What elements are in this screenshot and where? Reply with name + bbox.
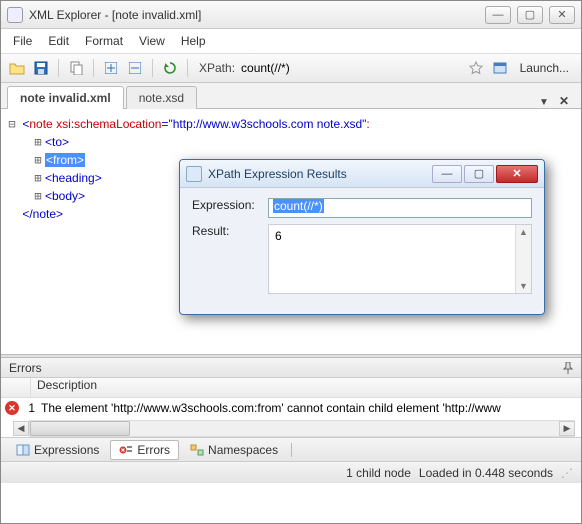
result-label: Result: <box>192 224 262 238</box>
dialog-maximize-button[interactable]: ▢ <box>464 165 494 183</box>
separator <box>291 443 292 457</box>
errors-panel-header: Errors <box>1 358 581 378</box>
expression-label: Expression: <box>192 198 262 212</box>
xml-root-tag: note <box>29 117 56 131</box>
dialog-titlebar[interactable]: XPath Expression Results — ▢ ✕ <box>180 160 544 188</box>
xml-child-heading[interactable]: <heading> <box>45 171 102 185</box>
minimize-button[interactable]: — <box>485 6 511 24</box>
xml-attr-value: "http://www.w3schools.com note.xsd" <box>168 117 366 131</box>
result-box[interactable]: 6 ▲ ▼ <box>268 224 532 294</box>
menu-help[interactable]: Help <box>181 34 206 48</box>
scrollbar-thumb[interactable] <box>30 421 130 436</box>
tab-note-invalid[interactable]: note invalid.xml <box>7 86 124 109</box>
tab-namespaces[interactable]: Namespaces <box>181 440 287 460</box>
resize-grip-icon[interactable]: ⋰ <box>561 466 573 480</box>
open-button[interactable] <box>7 58 27 78</box>
favorite-button[interactable] <box>466 58 486 78</box>
pin-icon[interactable] <box>563 362 573 374</box>
dialog-close-button[interactable]: ✕ <box>496 165 538 183</box>
expression-input[interactable]: count(//*) <box>268 198 532 218</box>
close-button[interactable]: ✕ <box>549 6 575 24</box>
xml-child-from[interactable]: <from> <box>45 153 85 167</box>
app-icon <box>7 7 23 23</box>
document-tabs: note invalid.xml note.xsd ▼ ✕ <box>1 83 581 109</box>
error-row-num: 1 <box>21 401 35 415</box>
refresh-icon <box>163 61 177 75</box>
xpath-input[interactable] <box>241 59 462 77</box>
star-icon <box>469 61 483 75</box>
dialog-title: XPath Expression Results <box>208 167 347 181</box>
namespace-icon <box>190 444 204 456</box>
save-button[interactable] <box>31 58 51 78</box>
xml-child-body[interactable]: <body> <box>45 189 85 203</box>
tab-errors[interactable]: Errors <box>110 440 179 460</box>
xpath-label: XPath: <box>199 61 235 75</box>
toolbar: XPath: Launch... <box>1 53 581 83</box>
copy-button[interactable] <box>66 58 86 78</box>
expand-toggle-icon[interactable]: ⊞ <box>31 151 45 169</box>
horizontal-scrollbar[interactable]: ◀ ▶ <box>29 420 575 437</box>
menubar: File Edit Format View Help <box>1 29 581 53</box>
menu-file[interactable]: File <box>13 34 32 48</box>
scroll-down-icon[interactable]: ▼ <box>516 279 531 293</box>
collapse-toggle-icon[interactable]: ⊟ <box>5 115 19 133</box>
result-scrollbar[interactable]: ▲ ▼ <box>515 225 531 293</box>
collapse-button[interactable] <box>125 58 145 78</box>
status-nodes: 1 child node <box>346 466 411 480</box>
xml-attr-name: xsi:schemaLocation <box>56 117 161 131</box>
tab-expressions[interactable]: Expressions <box>7 440 108 460</box>
errors-table: Description ✕ 1 The element 'http://www.… <box>1 378 581 437</box>
expression-value: count(//*) <box>273 199 324 213</box>
maximize-button[interactable]: ▢ <box>517 6 543 24</box>
expand-button[interactable] <box>101 58 121 78</box>
error-row[interactable]: ✕ 1 The element 'http://www.w3schools.co… <box>1 398 581 418</box>
error-list-icon <box>119 444 133 456</box>
tab-close-button[interactable]: ✕ <box>553 94 575 108</box>
tab-namespaces-label: Namespaces <box>208 443 278 457</box>
errors-col-description[interactable]: Description <box>31 378 581 397</box>
error-row-text: The element 'http://www.w3schools.com:fr… <box>41 401 501 415</box>
window-title: XML Explorer - [note invalid.xml] <box>29 8 479 22</box>
window-titlebar: XML Explorer - [note invalid.xml] — ▢ ✕ <box>1 1 581 29</box>
expand-toggle-icon[interactable]: ⊞ <box>31 169 45 187</box>
dialog-minimize-button[interactable]: — <box>432 165 462 183</box>
errors-panel-title: Errors <box>9 361 42 375</box>
dialog-icon <box>186 166 202 182</box>
expand-toggle-icon[interactable]: ⊞ <box>31 133 45 151</box>
statusbar: 1 child node Loaded in 0.448 seconds ⋰ <box>1 461 581 483</box>
separator <box>58 59 59 77</box>
xpath-results-dialog: XPath Expression Results — ▢ ✕ Expressio… <box>179 159 545 315</box>
plus-box-icon <box>105 62 117 74</box>
bottom-tabs: Expressions Errors Namespaces <box>1 437 581 461</box>
menu-edit[interactable]: Edit <box>48 34 69 48</box>
separator <box>93 59 94 77</box>
separator <box>152 59 153 77</box>
scroll-up-icon[interactable]: ▲ <box>516 225 531 239</box>
copy-icon <box>69 61 83 75</box>
folder-open-icon <box>9 61 25 75</box>
tab-note-xsd[interactable]: note.xsd <box>126 86 197 109</box>
error-icon: ✕ <box>5 401 19 415</box>
expand-toggle-icon[interactable]: ⊞ <box>31 187 45 205</box>
tab-overflow-button[interactable]: ▼ <box>535 97 553 108</box>
separator <box>187 59 188 77</box>
refresh-button[interactable] <box>160 58 180 78</box>
tab-expressions-label: Expressions <box>34 443 99 457</box>
floppy-icon <box>34 61 48 75</box>
launch-button[interactable]: Launch... <box>514 61 575 75</box>
launch-window-icon[interactable] <box>490 58 510 78</box>
tab-errors-label: Errors <box>137 443 170 457</box>
status-loaded: Loaded in 0.448 seconds <box>419 466 553 480</box>
minus-box-icon <box>129 62 141 74</box>
book-icon <box>16 444 30 456</box>
errors-col-num[interactable] <box>1 378 31 397</box>
window-icon <box>493 62 507 74</box>
xml-child-to[interactable]: <to> <box>45 135 69 149</box>
scroll-left-icon[interactable]: ◀ <box>13 421 29 436</box>
menu-format[interactable]: Format <box>85 34 123 48</box>
menu-view[interactable]: View <box>139 34 165 48</box>
result-value: 6 <box>275 229 282 243</box>
xml-root-close: </note> <box>22 207 63 221</box>
scroll-right-icon[interactable]: ▶ <box>559 421 575 436</box>
